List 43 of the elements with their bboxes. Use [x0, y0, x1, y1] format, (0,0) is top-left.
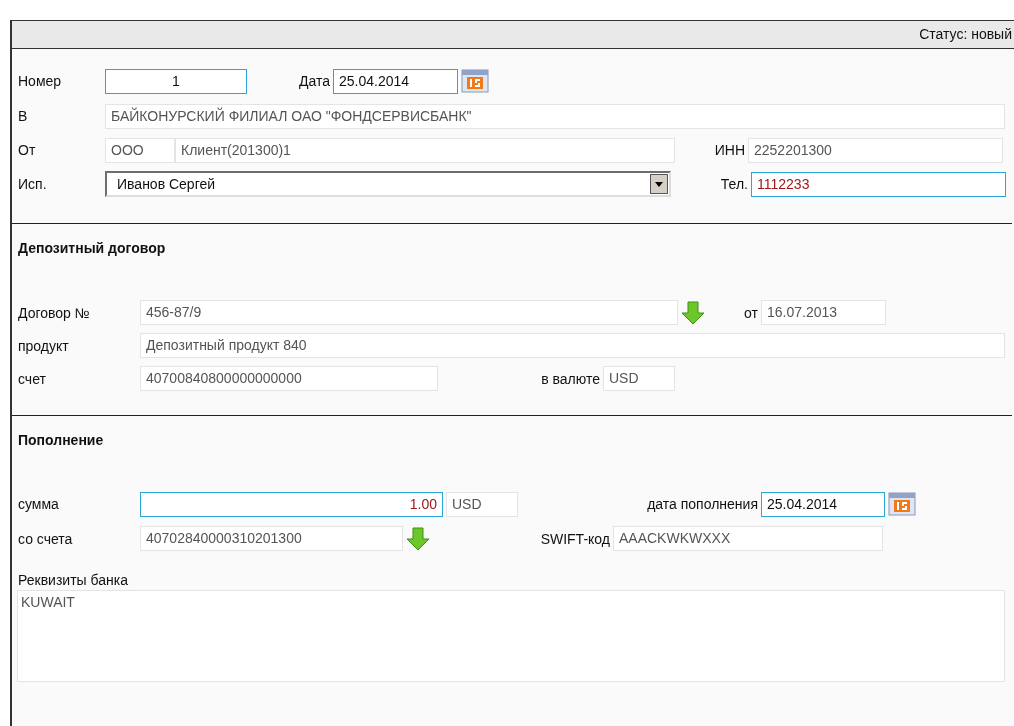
- field-label: продукт: [18, 337, 70, 354]
- field-label: в валюте: [540, 370, 601, 387]
- field-label: SWIFT-код: [539, 530, 611, 547]
- dropdown-field[interactable]: Иванов Сергей: [105, 171, 671, 197]
- status-bar: Статус: новый: [12, 20, 1014, 49]
- input-field[interactable]: 25.04.2014: [761, 491, 885, 517]
- input-field[interactable]: 25.04.2014: [333, 68, 458, 94]
- input-field[interactable]: 1.00: [140, 491, 443, 517]
- calendar-icon[interactable]: [887, 491, 917, 517]
- field-label: Исп.: [18, 176, 48, 192]
- input-field[interactable]: Депозитный продукт 840: [140, 333, 1005, 358]
- input-field[interactable]: Клиент(201300)1: [175, 137, 675, 163]
- input-field[interactable]: 1112233: [751, 171, 1006, 197]
- field-label: От: [18, 142, 37, 158]
- field-label: Тел.: [719, 176, 749, 192]
- field-label: счет: [18, 370, 47, 387]
- calendar-icon[interactable]: [460, 68, 490, 94]
- input-field[interactable]: 40700840800000000000: [140, 366, 438, 391]
- down-arrow-icon[interactable]: [405, 525, 431, 552]
- input-field[interactable]: ООО: [105, 137, 175, 163]
- input-field[interactable]: 456-87/9: [140, 300, 678, 325]
- field-label: от: [743, 304, 759, 321]
- input-field[interactable]: 40702840000310201300: [140, 526, 403, 551]
- text-area[interactable]: KUWAIT: [17, 590, 1005, 682]
- input-field[interactable]: USD: [446, 491, 518, 517]
- field-label: ИНН: [713, 142, 746, 158]
- input-field[interactable]: 16.07.2013: [761, 300, 886, 325]
- field-label: сумма: [18, 496, 60, 512]
- field-label: дата пополнения: [646, 496, 759, 512]
- field-label: Дата: [298, 73, 331, 89]
- input-field[interactable]: 2252201300: [748, 137, 1003, 163]
- input-field[interactable]: БАЙКОНУРСКИЙ ФИЛИАЛ ОАО "ФОНДСЕРВИСБАНК": [105, 103, 1005, 129]
- field-label: со счета: [18, 530, 74, 547]
- down-arrow-icon[interactable]: [680, 299, 706, 326]
- input-field[interactable]: 1: [105, 68, 247, 94]
- input-field[interactable]: AAACKWKWXXX: [613, 526, 883, 551]
- input-field[interactable]: USD: [603, 366, 675, 391]
- section-title: Депозитный договор: [18, 240, 167, 258]
- field-label: Договор №: [18, 304, 91, 321]
- field-label: Номер: [18, 73, 63, 89]
- section-title: Пополнение: [18, 432, 105, 450]
- field-label: Реквизиты банка: [18, 572, 129, 590]
- field-label: В: [18, 108, 29, 124]
